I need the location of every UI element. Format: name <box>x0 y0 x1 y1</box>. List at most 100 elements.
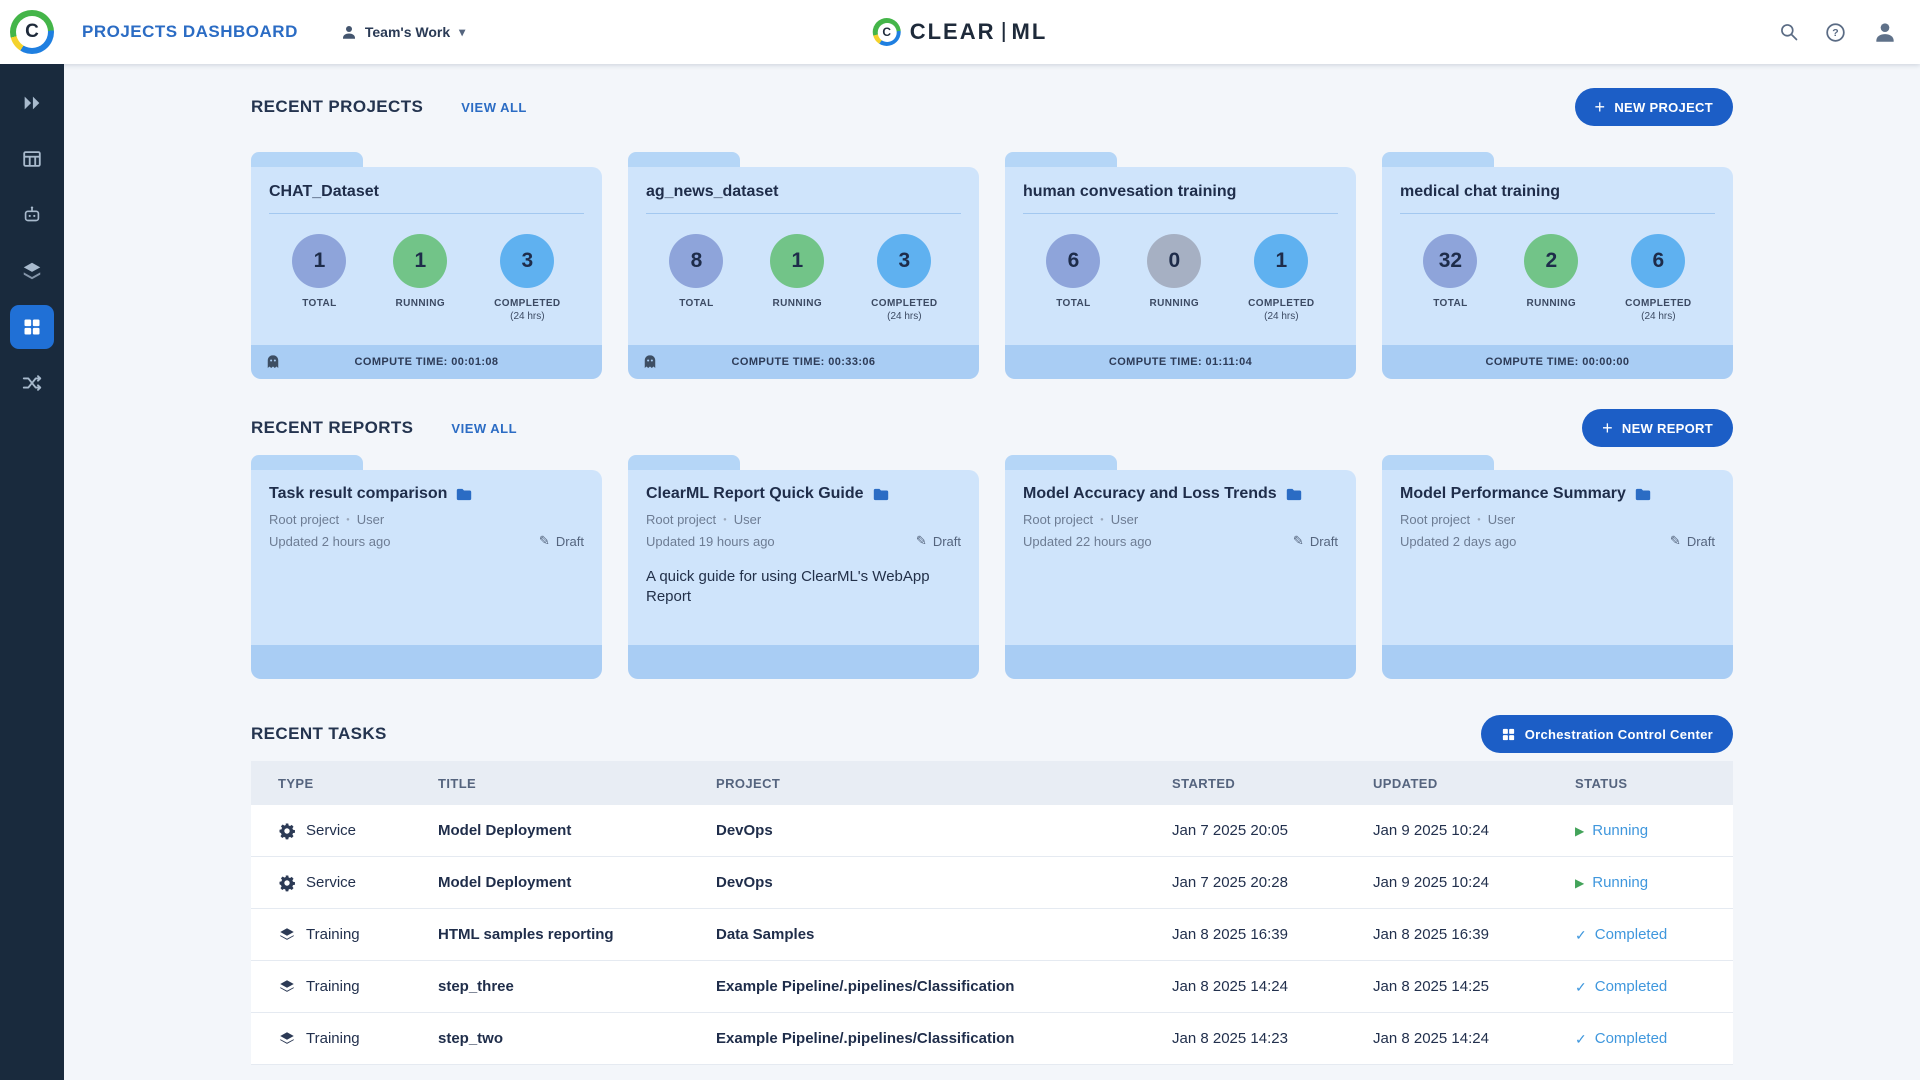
folder-tab <box>251 455 363 470</box>
stat-completed: 6 COMPLETED (24 hrs) <box>1625 234 1691 322</box>
project-card[interactable]: CHAT_Dataset 1 TOTAL 1 RUNNING 3 COMPLET <box>251 152 602 379</box>
table-row[interactable]: Training step_two Example Pipeline/.pipe… <box>251 1013 1733 1065</box>
folder-tab <box>1005 152 1117 167</box>
total-count: 6 <box>1046 234 1101 288</box>
project-card-body: human convesation training 6 TOTAL 0 RUN… <box>1005 167 1356 345</box>
task-started: Jan 8 2025 16:39 <box>1172 926 1288 943</box>
running-label: RUNNING <box>395 298 446 309</box>
profile-button[interactable] <box>1872 19 1898 45</box>
completed-label: COMPLETED <box>494 298 561 309</box>
report-updated: Updated 2 days ago <box>1400 533 1517 549</box>
view-all-reports-link[interactable]: VIEW ALL <box>451 421 517 436</box>
compute-time-bar: COMPUTE TIME: 00:01:08 <box>251 345 602 379</box>
running-count: 1 <box>770 234 825 288</box>
completed-count: 6 <box>1631 234 1686 288</box>
running-count: 2 <box>1524 234 1579 288</box>
running-count: 1 <box>393 234 448 288</box>
task-type: Service <box>306 822 357 839</box>
report-status: ✎ Draft <box>1292 533 1338 549</box>
svg-text:?: ? <box>1832 27 1838 39</box>
view-all-projects-link[interactable]: VIEW ALL <box>461 100 527 115</box>
completed-period-label: (24 hrs) <box>510 311 545 322</box>
column-title: TITLE <box>438 775 477 791</box>
project-card[interactable]: ag_news_dataset 8 TOTAL 1 RUNNING 3 COMP <box>628 152 979 379</box>
search-button[interactable] <box>1779 22 1799 42</box>
report-title: Task result comparison <box>269 485 448 502</box>
new-project-button[interactable]: + NEW PROJECT <box>1574 88 1733 126</box>
task-title: step_two <box>438 1030 504 1047</box>
ghost-icon <box>641 353 659 376</box>
sidebar-item-projects[interactable] <box>10 81 54 125</box>
task-started: Jan 8 2025 14:24 <box>1172 978 1288 995</box>
project-card-body: ag_news_dataset 8 TOTAL 1 RUNNING 3 COMP <box>628 167 979 345</box>
stat-running: 1 RUNNING <box>770 234 825 322</box>
total-count: 32 <box>1423 234 1478 288</box>
workspace-selector[interactable]: Team's Work ▾ <box>340 23 465 41</box>
project-name: human convesation training <box>1023 181 1338 214</box>
help-button[interactable]: ? <box>1825 22 1846 43</box>
folder-tab <box>1005 455 1117 470</box>
table-row[interactable]: Training HTML samples reporting Data Sam… <box>251 909 1733 961</box>
running-label: RUNNING <box>1149 298 1200 309</box>
project-card[interactable]: human convesation training 6 TOTAL 0 RUN… <box>1005 152 1356 379</box>
table-row[interactable]: Service Model Deployment DevOps Jan 7 20… <box>251 857 1733 909</box>
orchestration-label: Orchestration Control Center <box>1524 726 1713 742</box>
workers-queues-icon <box>22 375 42 391</box>
compute-time: COMPUTE TIME: 00:00:00 <box>1485 356 1630 368</box>
stat-running: 1 RUNNING <box>393 234 448 322</box>
play-icon: ▶ <box>1575 875 1585 890</box>
stat-total: 6 TOTAL <box>1046 234 1101 322</box>
table-row[interactable]: Training step_three Example Pipeline/.pi… <box>251 961 1733 1013</box>
layers-icon <box>23 262 41 280</box>
training-icon <box>279 927 295 940</box>
folder-icon <box>873 488 888 500</box>
pencil-icon: ✎ <box>1292 533 1304 548</box>
report-updated: Updated 22 hours ago <box>1023 533 1152 549</box>
report-card[interactable]: Model Performance Summary Root project ●… <box>1382 455 1733 679</box>
sidebar-item-pipelines[interactable] <box>10 249 54 293</box>
folder-tab <box>1382 152 1494 167</box>
completed-count: 1 <box>1254 234 1309 288</box>
task-type: Training <box>306 1030 360 1047</box>
compute-time-bar: COMPUTE TIME: 00:00:00 <box>1382 345 1733 379</box>
project-card[interactable]: medical chat training 32 TOTAL 2 RUNNING… <box>1382 152 1733 379</box>
report-card[interactable]: Task result comparison Root project ● Us… <box>251 455 602 679</box>
sidebar-item-workers[interactable] <box>10 361 54 405</box>
sidebar-item-dashboard[interactable] <box>10 305 54 349</box>
orchestration-control-center-button[interactable]: Orchestration Control Center <box>1480 715 1733 753</box>
new-report-button[interactable]: + NEW REPORT <box>1582 409 1733 447</box>
task-started: Jan 7 2025 20:28 <box>1172 874 1288 891</box>
completed-period-label: (24 hrs) <box>887 311 922 322</box>
training-icon <box>279 1031 295 1044</box>
check-icon: ✓ <box>1575 978 1587 995</box>
task-project: Example Pipeline/.pipelines/Classificati… <box>716 978 1015 995</box>
status-badge: ▶ Running <box>1575 874 1733 891</box>
report-status: ✎ Draft <box>915 533 961 549</box>
training-icon <box>279 979 295 992</box>
clearml-logo-icon[interactable]: C <box>10 10 54 54</box>
report-user: User <box>733 512 762 527</box>
table-row[interactable]: Service Model Deployment DevOps Jan 7 20… <box>251 805 1733 857</box>
dot-separator: ● <box>1477 516 1481 523</box>
task-started: Jan 8 2025 14:23 <box>1172 1030 1288 1047</box>
report-card-body: Model Accuracy and Loss Trends Root proj… <box>1005 470 1356 645</box>
task-status: Completed <box>1594 1030 1668 1047</box>
user-icon <box>342 26 355 39</box>
total-count: 8 <box>669 234 724 288</box>
report-card[interactable]: Model Accuracy and Loss Trends Root proj… <box>1005 455 1356 679</box>
stat-completed: 3 COMPLETED (24 hrs) <box>871 234 937 322</box>
stat-completed: 1 COMPLETED (24 hrs) <box>1248 234 1314 322</box>
completed-period-label: (24 hrs) <box>1641 311 1676 322</box>
report-status: ✎ Draft <box>538 533 584 549</box>
sidebar-item-apps[interactable] <box>10 193 54 237</box>
total-label: TOTAL <box>1433 298 1468 309</box>
column-updated: UPDATED <box>1373 775 1438 791</box>
stat-total: 8 TOTAL <box>669 234 724 322</box>
project-name: ag_news_dataset <box>646 181 961 214</box>
sidebar-item-datasets[interactable] <box>10 137 54 181</box>
total-label: TOTAL <box>1056 298 1091 309</box>
clearml-mark-icon: C <box>872 18 901 46</box>
total-label: TOTAL <box>679 298 714 309</box>
folder-icon <box>457 488 472 500</box>
report-card[interactable]: ClearML Report Quick Guide Root project … <box>628 455 979 679</box>
